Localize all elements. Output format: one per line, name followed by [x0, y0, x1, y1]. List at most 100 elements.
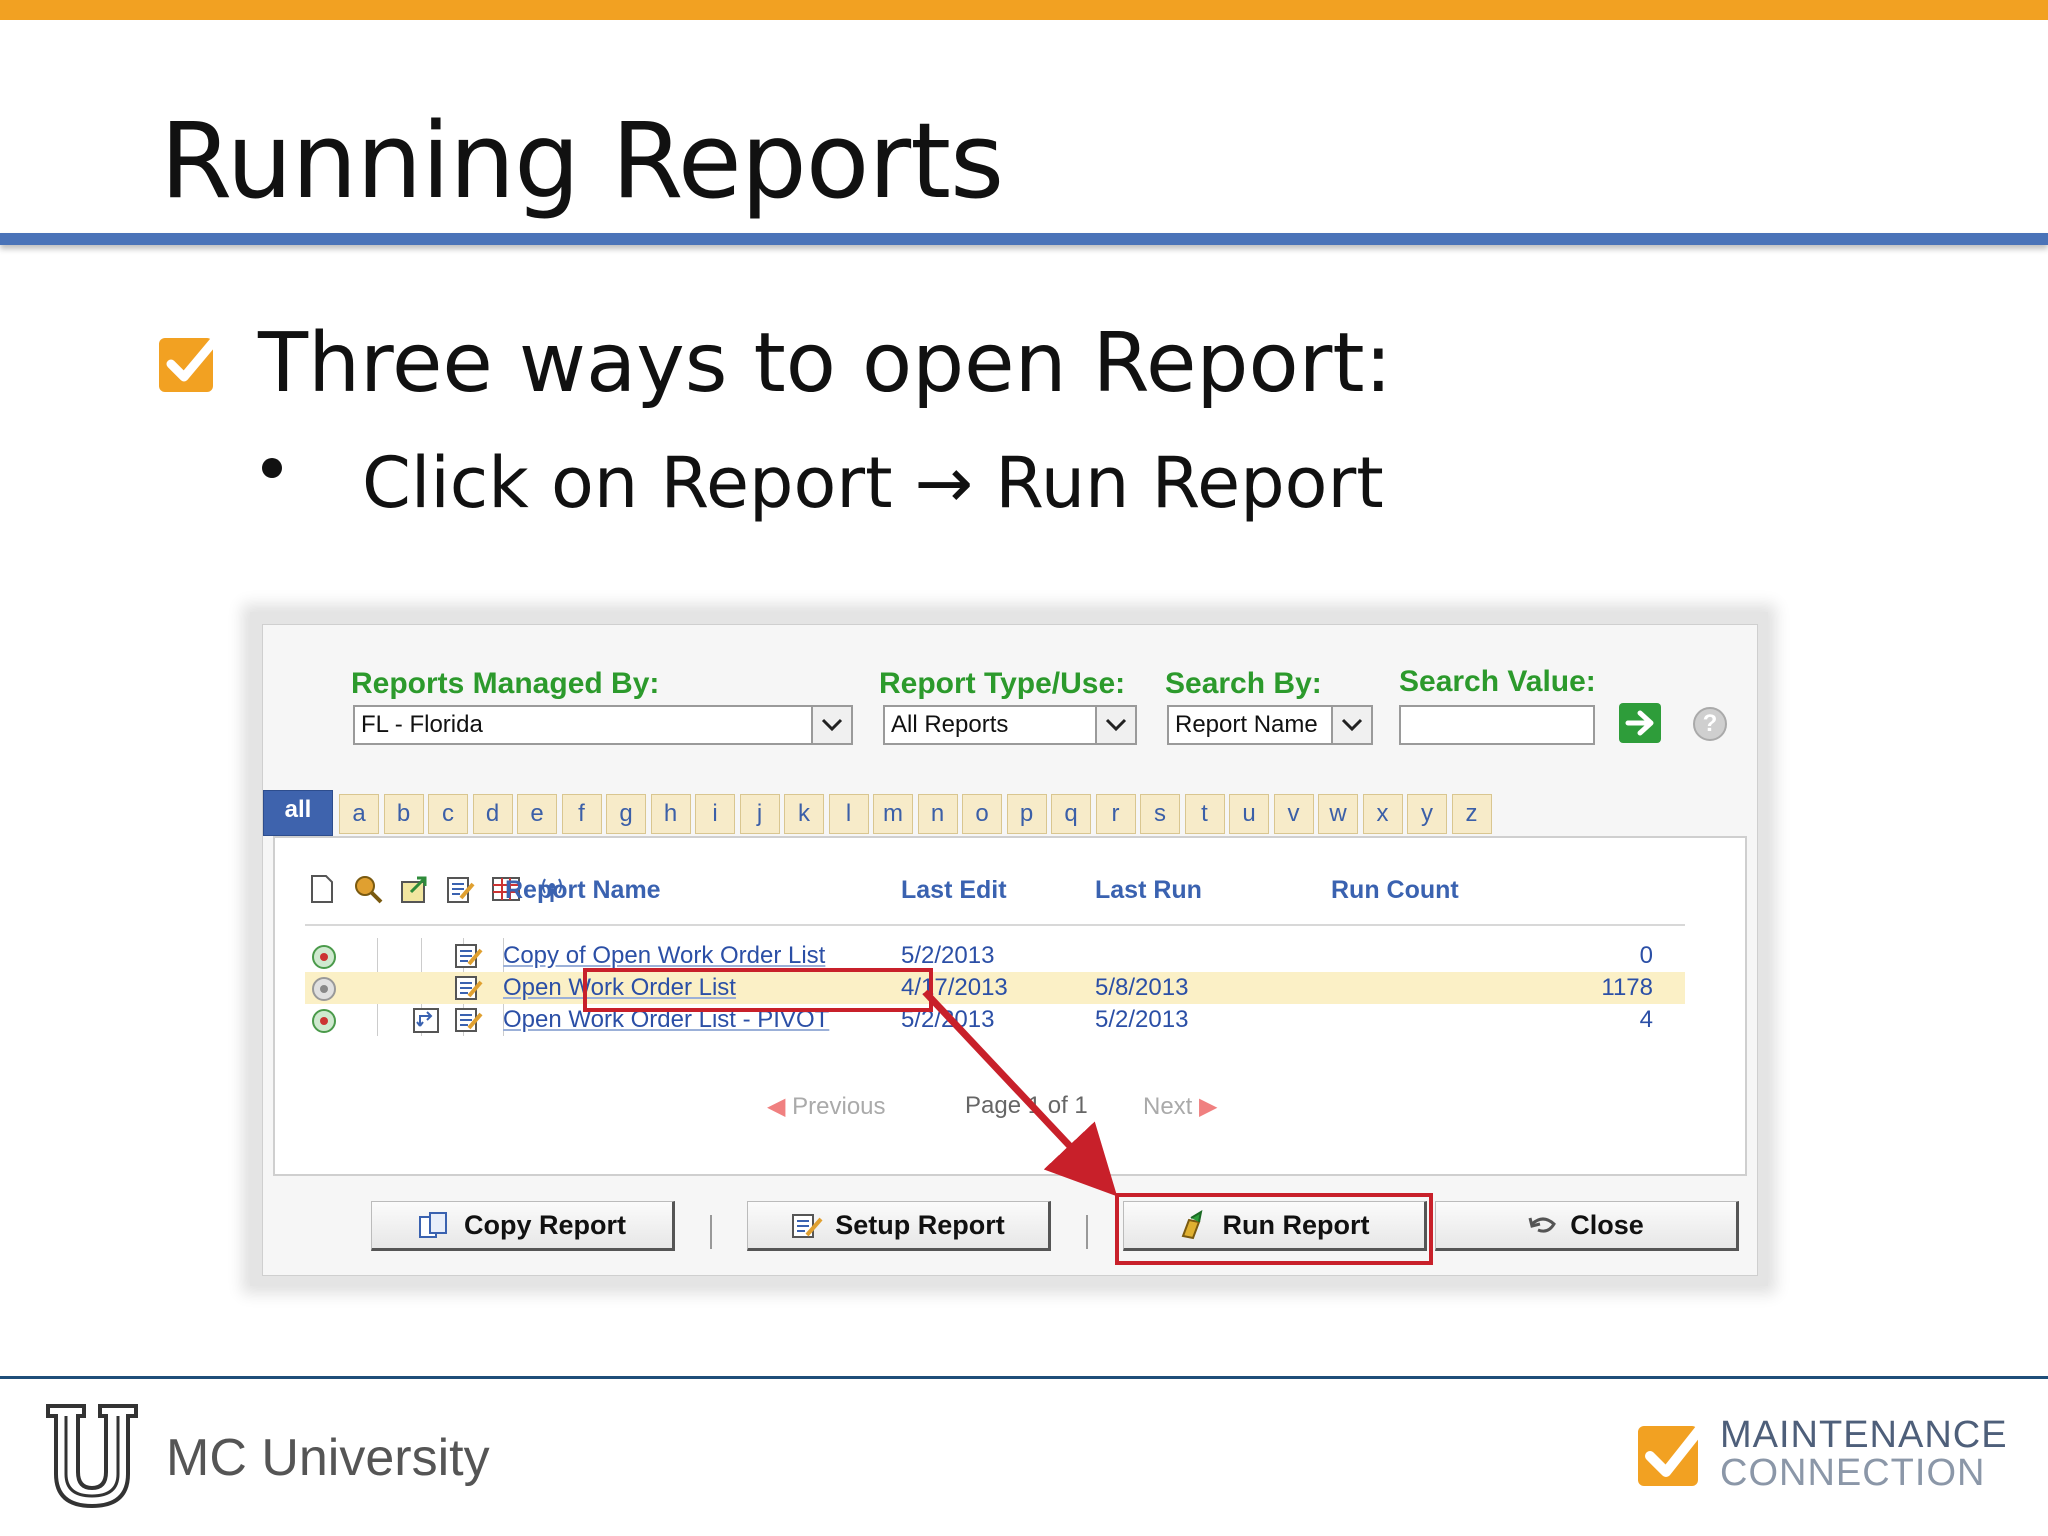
copy-report-button[interactable]: Copy Report	[371, 1201, 675, 1251]
pivot-icon[interactable]	[411, 1006, 441, 1034]
previous-label: Previous	[792, 1093, 886, 1120]
title-rule	[0, 233, 2048, 245]
sub-left: Click on Report	[362, 442, 893, 524]
report-type-value: All Reports	[891, 711, 1009, 738]
search-value-label: Search Value:	[1399, 665, 1596, 698]
tab-y[interactable]: y	[1407, 794, 1447, 834]
copy-report-label: Copy Report	[464, 1209, 626, 1240]
managed-by-select[interactable]: FL - Florida	[353, 705, 853, 745]
table-row-selected[interactable]: Open Work Order List 4/17/2013 5/8/2013 …	[305, 972, 1685, 1004]
table-row[interactable]: Copy of Open Work Order List 5/2/2013 0	[305, 940, 1685, 972]
sub-bullet-dot	[262, 458, 282, 478]
tab-s[interactable]: s	[1140, 794, 1180, 834]
tab-g[interactable]: g	[606, 794, 646, 834]
sub-arrow: →	[914, 442, 974, 524]
tab-r[interactable]: r	[1095, 794, 1136, 834]
report-name[interactable]: Copy of Open Work Order List	[503, 942, 825, 970]
header-divider	[305, 924, 1685, 926]
setup-report-button[interactable]: Setup Report	[747, 1201, 1051, 1251]
tab-j[interactable]: j	[739, 794, 780, 834]
report-list-window: Reports Managed By: FL - Florida Report …	[262, 624, 1758, 1276]
next-label: Next	[1143, 1093, 1193, 1120]
sub-right: Run Report	[995, 442, 1384, 524]
tab-a[interactable]: a	[339, 794, 379, 834]
bullet-text: Three ways to open Report:	[258, 316, 1393, 411]
new-report-icon[interactable]	[305, 873, 339, 905]
tab-q[interactable]: q	[1051, 794, 1091, 834]
tab-m[interactable]: m	[873, 794, 913, 834]
tab-b[interactable]: b	[383, 794, 424, 834]
managed-by-label: Reports Managed By:	[351, 667, 660, 700]
page-indicator: Page 1 of 1	[965, 1092, 1088, 1119]
col-last-edit[interactable]: Last Edit	[901, 876, 1007, 905]
close-back-icon	[1528, 1217, 1557, 1233]
status-dial-icon	[312, 977, 336, 1001]
report-type-label: Report Type/Use:	[879, 667, 1126, 700]
tab-z[interactable]: z	[1451, 794, 1492, 834]
tab-x[interactable]: x	[1362, 794, 1403, 834]
dropdown-arrow-icon[interactable]	[1095, 707, 1135, 743]
report-edit-icon[interactable]	[453, 1006, 483, 1034]
highlight-selected-report	[583, 968, 933, 1012]
tab-o[interactable]: o	[962, 794, 1002, 834]
close-label: Close	[1570, 1209, 1644, 1240]
dropdown-arrow-icon[interactable]	[1331, 707, 1371, 743]
button-separator	[710, 1215, 712, 1249]
tab-w[interactable]: w	[1318, 794, 1358, 834]
tab-p[interactable]: p	[1006, 794, 1047, 834]
search-value-input[interactable]	[1399, 705, 1595, 745]
report-list-pane: Report Name Last Edit Last Run Run Count…	[273, 836, 1747, 1176]
tab-l[interactable]: l	[828, 794, 869, 834]
copy-report-icon	[419, 1212, 447, 1238]
report-edit-icon[interactable]	[453, 942, 483, 970]
last-edit: 5/2/2013	[901, 942, 995, 969]
run-count: 1178	[1601, 974, 1653, 1001]
prev-arrow-icon: ◀	[767, 1093, 786, 1120]
tab-all[interactable]: all	[263, 790, 333, 836]
next-arrow-icon: ▶	[1199, 1093, 1218, 1120]
status-dial-icon	[312, 1009, 336, 1033]
setup-report-icon	[792, 1214, 823, 1238]
sub-bullet-text: Click on Report → Run Report	[362, 442, 1384, 524]
top-accent-bar	[0, 0, 2048, 20]
brand-line-1: MAINTENANCE	[1720, 1414, 2008, 1456]
check-box-icon	[159, 335, 219, 392]
report-type-select[interactable]: All Reports	[883, 705, 1137, 745]
edit-icon[interactable]	[443, 873, 477, 905]
tab-c[interactable]: c	[428, 794, 468, 834]
help-icon[interactable]: ?	[1693, 707, 1727, 741]
previous-page-button[interactable]: ◀ Previous	[767, 1092, 886, 1121]
col-last-run[interactable]: Last Run	[1095, 876, 1202, 905]
search-by-select[interactable]: Report Name	[1167, 705, 1373, 745]
col-report-name[interactable]: Report Name	[505, 876, 661, 905]
last-run: 5/8/2013	[1095, 974, 1189, 1001]
button-separator	[1086, 1215, 1088, 1249]
tab-t[interactable]: t	[1184, 794, 1225, 834]
go-arrow-icon[interactable]	[1619, 703, 1661, 743]
tab-v[interactable]: v	[1273, 794, 1314, 834]
tab-h[interactable]: h	[650, 794, 691, 834]
tab-f[interactable]: f	[561, 794, 602, 834]
next-page-button[interactable]: Next ▶	[1143, 1092, 1218, 1121]
managed-by-value: FL - Florida	[361, 711, 483, 738]
tab-k[interactable]: k	[784, 794, 824, 834]
close-button[interactable]: Close	[1435, 1201, 1739, 1251]
tab-e[interactable]: e	[517, 794, 557, 834]
dropdown-arrow-icon[interactable]	[811, 707, 851, 743]
col-run-count[interactable]: Run Count	[1331, 876, 1459, 905]
tab-i[interactable]: i	[695, 794, 735, 834]
report-wizard-icon[interactable]	[351, 873, 385, 905]
status-dial-icon	[312, 945, 336, 969]
u-logo-icon	[46, 1404, 138, 1509]
slide-title: Running Reports	[160, 100, 1004, 222]
report-edit-icon[interactable]	[453, 974, 483, 1002]
tab-d[interactable]: d	[472, 794, 513, 834]
table-row[interactable]: Open Work Order List - PIVOT 5/2/2013 5/…	[305, 1004, 1685, 1036]
setup-report-label: Setup Report	[835, 1209, 1005, 1240]
tab-n[interactable]: n	[917, 794, 958, 834]
run-count: 4	[1639, 1006, 1653, 1033]
export-icon[interactable]	[397, 873, 431, 905]
search-by-label: Search By:	[1165, 667, 1322, 700]
tab-u[interactable]: u	[1229, 794, 1269, 834]
brand-line-2: CONNECTION	[1720, 1452, 1986, 1494]
